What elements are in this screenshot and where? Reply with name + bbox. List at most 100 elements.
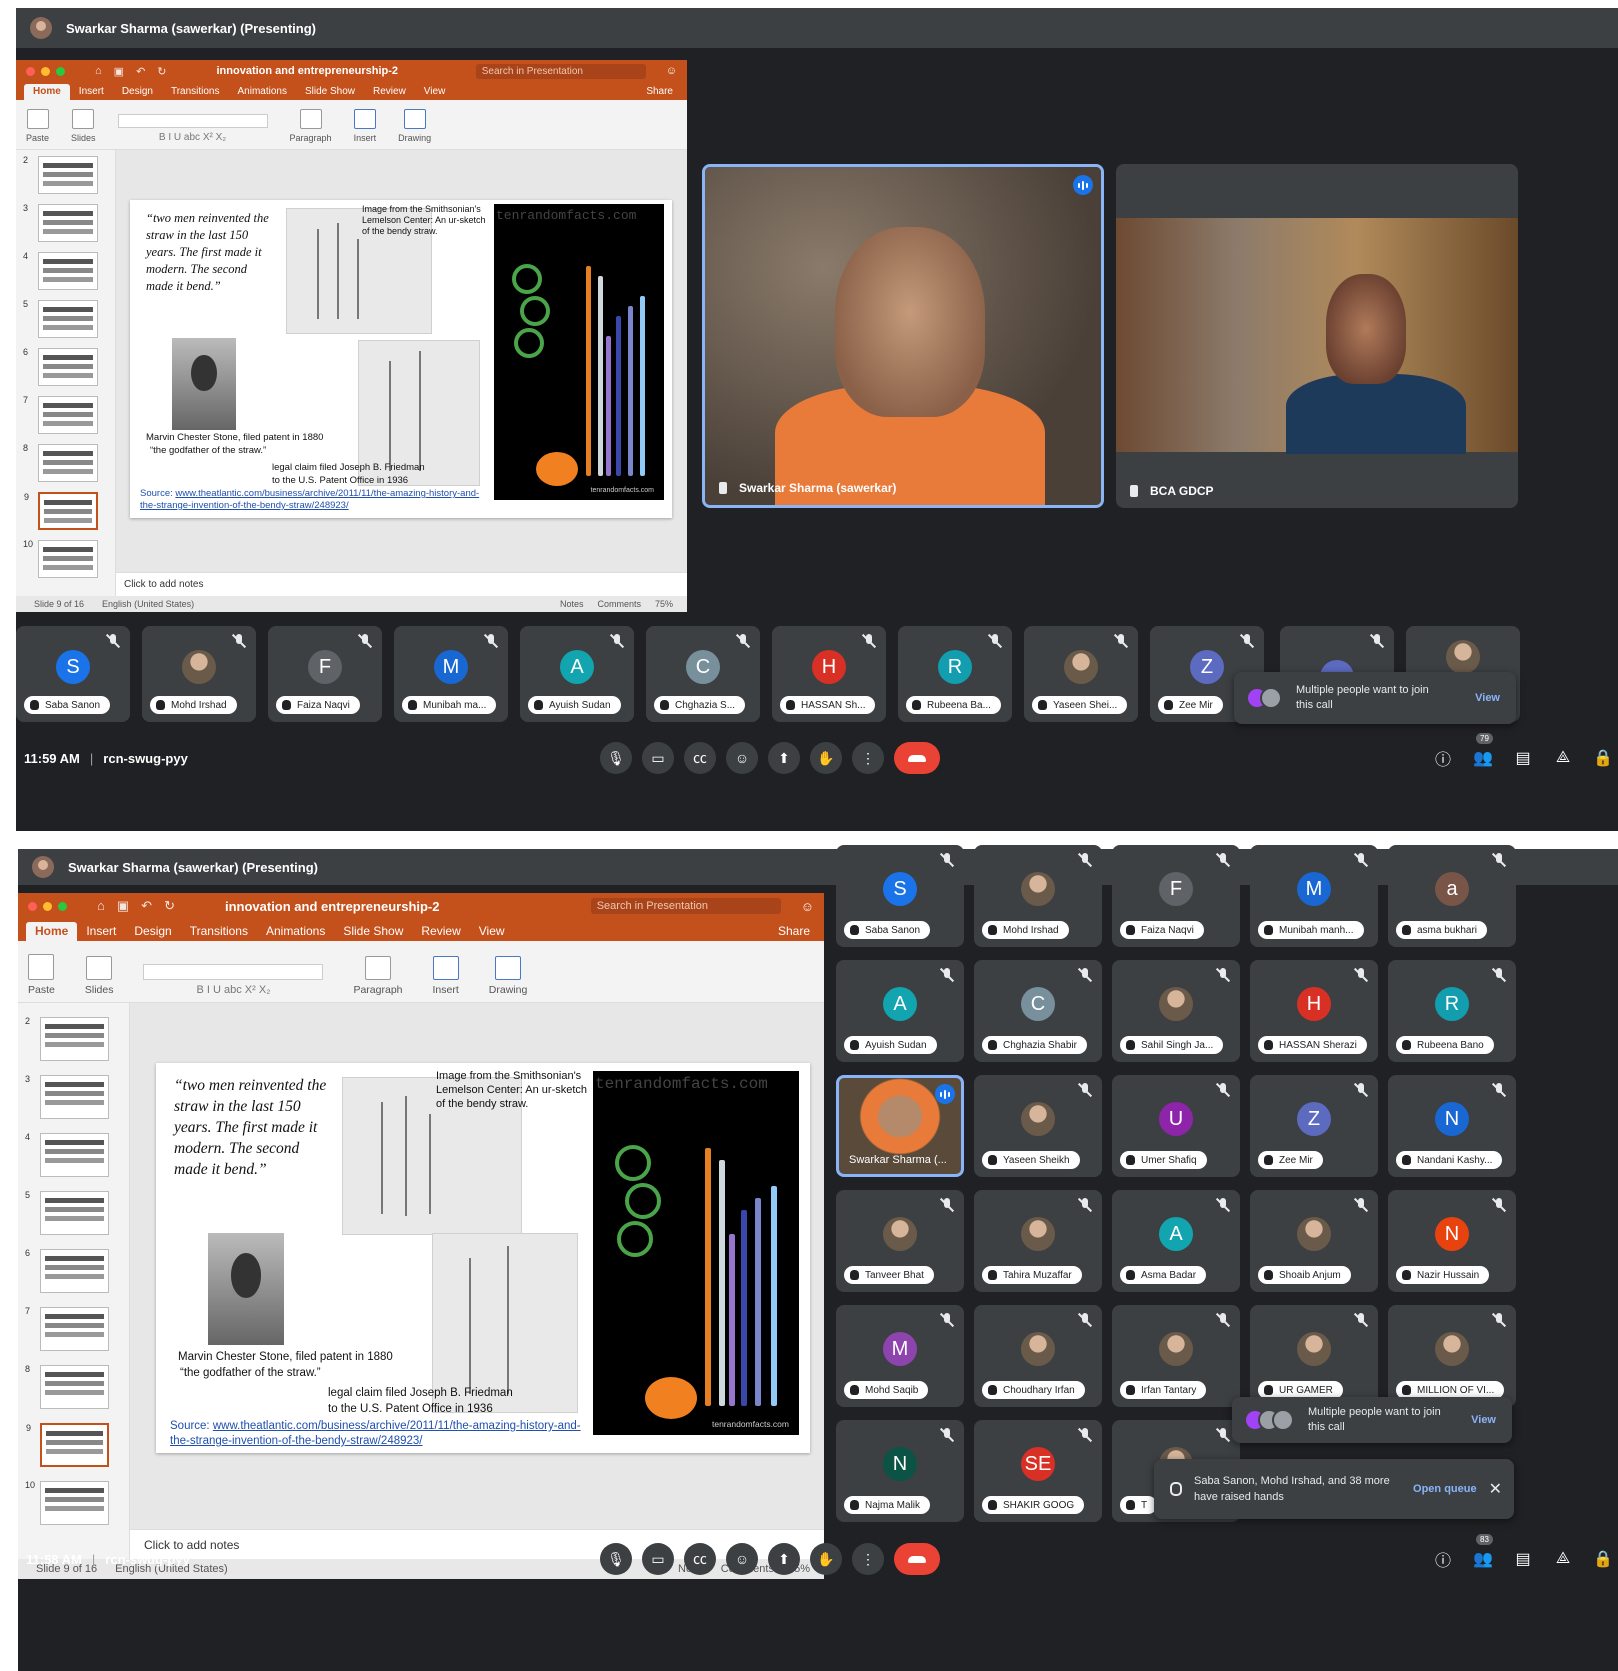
paragraph-icon[interactable] [364,956,391,980]
more-options-button[interactable]: ⋮ [852,1543,884,1575]
activities-icon[interactable]: ⟁ [1554,1550,1572,1568]
home-icon[interactable]: ⌂ [95,65,102,78]
people-icon[interactable]: 👥 83 [1473,1534,1493,1568]
participant-tile[interactable]: MILLION OF VI... [1388,1305,1516,1407]
slide-thumbnail[interactable]: 5 [25,1190,109,1235]
tab-home[interactable]: Home [24,84,70,100]
reactions-button[interactable]: ☺ [726,1543,758,1575]
tab-transitions[interactable]: Transitions [162,84,229,100]
participant-tile[interactable]: SE SHAKIR GOOG [974,1420,1102,1522]
participant-tile[interactable]: A Asma Badar [1112,1190,1240,1292]
tab-design[interactable]: Design [113,84,162,100]
tab-review[interactable]: Review [412,922,469,941]
participant-tile[interactable]: Z Zee Mir [1250,1075,1378,1177]
chat-icon[interactable]: ▤ [1514,1550,1532,1568]
participant-tile[interactable]: Irfan Tantary [1112,1305,1240,1407]
slide-thumbnail[interactable]: 10 [23,539,98,578]
chat-icon[interactable]: ▤ [1514,749,1532,767]
participant-tile[interactable]: Yaseen Shei... [1024,626,1138,722]
participant-tile[interactable]: Tahira Muzaffar [974,1190,1102,1292]
font-name-dropdown[interactable] [117,114,268,128]
leave-call-button[interactable] [894,1543,940,1575]
tab-slide-show[interactable]: Slide Show [296,84,364,100]
participant-tile[interactable]: H HASSAN Sh... [772,626,886,722]
participant-tile[interactable]: Mohd Irshad [142,626,256,722]
save-icon[interactable]: ▣ [114,65,124,78]
meeting-code[interactable]: rcn-swug-pyy [103,751,188,766]
participant-tile[interactable]: A Ayuish Sudan [836,960,964,1062]
tab-design[interactable]: Design [125,922,180,941]
present-button[interactable]: ⬆ [768,1543,800,1575]
notes-pane[interactable]: Click to add notes [116,572,687,596]
pin-icon[interactable] [719,482,727,494]
participant-tile[interactable]: R Rubeena Bano [1388,960,1516,1062]
meeting-code[interactable]: rcn-swug-pyy [105,1552,190,1567]
home-icon[interactable]: ⌂ [97,898,105,914]
source-citation[interactable]: Source: www.theatlantic.com/business/arc… [170,1419,600,1449]
drawing-icon[interactable] [403,109,426,129]
video-tile-bca-gdcp[interactable]: BCA GDCP [1116,164,1518,508]
search-presentation-input[interactable]: Search in Presentation [590,898,781,914]
participant-tile[interactable]: R Rubeena Ba... [898,626,1012,722]
slide-9[interactable]: “two men reinvented the straw in the las… [156,1063,810,1453]
tab-view[interactable]: View [470,922,514,941]
raise-hand-button[interactable]: ✋ [810,742,842,774]
tab-animations[interactable]: Animations [257,922,334,941]
slide-thumbnail[interactable]: 10 [25,1480,109,1525]
camera-button[interactable]: ▭ [642,742,674,774]
comments-button[interactable]: Comments [597,599,641,609]
captions-button[interactable]: ㏄ [684,1543,716,1575]
format-buttons[interactable]: B I U abc X² X₂ [159,132,226,143]
participant-tile[interactable]: M Munibah manh... [1250,845,1378,947]
tab-home[interactable]: Home [26,922,78,941]
zoom-dot[interactable] [58,901,67,911]
participant-tile[interactable]: F Faiza Naqvi [1112,845,1240,947]
activities-icon[interactable]: ⟁ [1554,749,1572,767]
tab-insert[interactable]: Insert [77,922,125,941]
pin-icon[interactable] [1130,485,1138,497]
meeting-details-icon[interactable]: ⓘ [1434,749,1452,769]
raise-hand-button[interactable]: ✋ [810,1543,842,1575]
slide-thumbnail[interactable]: 4 [25,1132,109,1177]
more-options-button[interactable]: ⋮ [852,742,884,774]
slide-thumbnail[interactable]: 8 [23,443,98,482]
insert-icon[interactable] [353,109,376,129]
redo-icon[interactable]: ↻ [157,65,166,78]
slide-thumbnail[interactable]: 4 [23,251,98,290]
undo-icon[interactable]: ↶ [136,65,145,78]
redo-icon[interactable]: ↻ [164,898,175,914]
tab-insert[interactable]: Insert [70,84,113,100]
people-icon[interactable]: 👥 79 [1473,733,1493,767]
participant-tile[interactable]: Shoaib Anjum [1250,1190,1378,1292]
minimize-dot[interactable] [43,901,52,911]
close-dot[interactable] [26,66,35,76]
participant-tile[interactable]: N Nazir Hussain [1388,1190,1516,1292]
minimize-dot[interactable] [41,66,50,76]
participant-tile[interactable]: C Chghazia Shabir [974,960,1102,1062]
undo-icon[interactable]: ↶ [141,898,152,914]
slide-thumbnail[interactable]: 5 [23,299,98,338]
participant-tile[interactable]: N Nandani Kashy... [1388,1075,1516,1177]
tab-transitions[interactable]: Transitions [181,922,257,941]
host-controls-icon[interactable]: 🔒 [1593,1550,1613,1568]
slide-thumbnail[interactable]: 8 [25,1364,109,1409]
slide-thumbnail[interactable]: 2 [23,155,98,194]
participant-tile[interactable]: Mohd Irshad [974,845,1102,947]
participant-tile[interactable]: Yaseen Sheikh [974,1075,1102,1177]
participant-tile[interactable]: F Faiza Naqvi [268,626,382,722]
smiley-icon[interactable]: ☺ [666,65,677,77]
save-icon[interactable]: ▣ [117,898,129,914]
tab-view[interactable]: View [415,84,455,100]
slide-thumbnail[interactable]: 3 [23,203,98,242]
tab-review[interactable]: Review [364,84,415,100]
captions-button[interactable]: ㏄ [684,742,716,774]
participant-tile[interactable]: H HASSAN Sherazi [1250,960,1378,1062]
paragraph-icon[interactable] [299,109,322,129]
close-icon[interactable]: ✕ [1489,1479,1502,1499]
host-controls-icon[interactable]: 🔒 [1593,749,1613,767]
slide-thumbnail[interactable]: 6 [25,1248,109,1293]
participant-tile[interactable]: U Umer Shafiq [1112,1075,1240,1177]
tab-animations[interactable]: Animations [229,84,296,100]
zoom-level[interactable]: 75% [655,599,673,609]
video-tile-swarkar[interactable]: Swarkar Sharma (sawerkar) [702,164,1104,508]
